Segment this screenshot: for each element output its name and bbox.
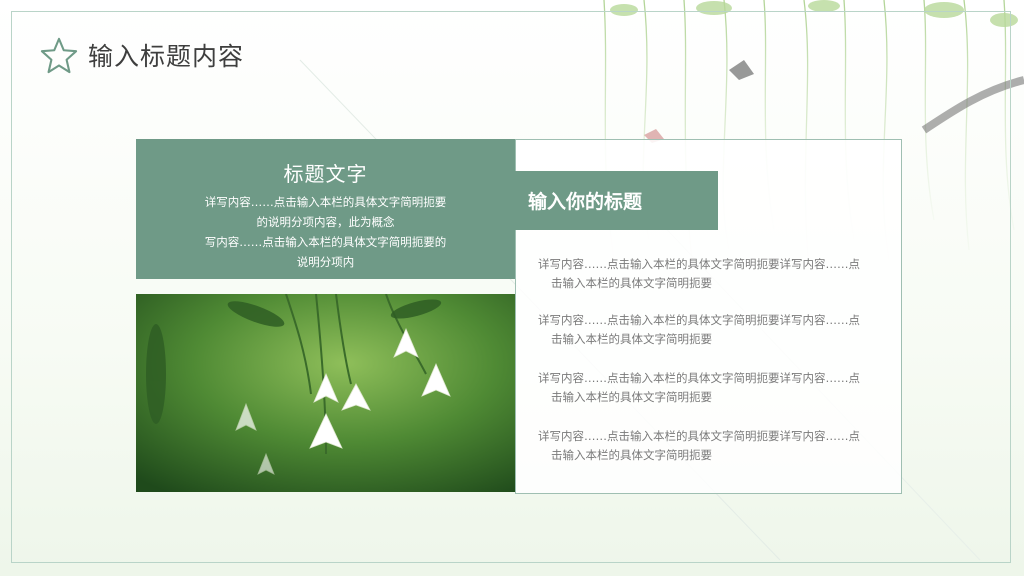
header: 输入标题内容: [40, 36, 244, 74]
paragraph-line: 击输入本栏的具体文字简明扼要: [551, 332, 712, 346]
subtitle-text: 输入你的标题: [528, 191, 643, 213]
page-title[interactable]: 输入标题内容: [88, 37, 244, 73]
left-box-line: 说明分项内: [296, 255, 355, 269]
left-box-text[interactable]: 详写内容……点击输入本栏的具体文字简明扼要 的说明分项内容，此为概念 写内容………: [136, 192, 515, 272]
paragraph-line: 详写内容……点击输入本栏的具体文字简明扼要详写内容……点: [538, 257, 860, 271]
subtitle-bar[interactable]: 输入你的标题: [515, 171, 718, 230]
paragraph-line: 详写内容……点击输入本栏的具体文字简明扼要详写内容……点: [538, 371, 860, 385]
left-box-line: 写内容……点击输入本栏的具体文字简明扼要的: [204, 235, 447, 249]
paragraph-line: 击输入本栏的具体文字简明扼要: [551, 390, 712, 404]
paragraph-3[interactable]: 详写内容……点击输入本栏的具体文字简明扼要详写内容……点 击输入本栏的具体文字简…: [538, 369, 888, 407]
paragraph-4[interactable]: 详写内容……点击输入本栏的具体文字简明扼要详写内容……点 击输入本栏的具体文字简…: [538, 427, 888, 465]
paragraph-2[interactable]: 详写内容……点击输入本栏的具体文字简明扼要详写内容……点 击输入本栏的具体文字简…: [538, 311, 888, 349]
left-box-line: 详写内容……点击输入本栏的具体文字简明扼要: [204, 195, 447, 209]
slide: 输入标题内容 标题文字 详写内容……点击输入本栏的具体文字简明扼要 的说明分项内…: [0, 0, 1024, 576]
left-box-line: 的说明分项内容，此为概念: [256, 215, 395, 229]
left-text-box: 标题文字 详写内容……点击输入本栏的具体文字简明扼要 的说明分项内容，此为概念 …: [136, 139, 515, 279]
paragraph-1[interactable]: 详写内容……点击输入本栏的具体文字简明扼要详写内容……点 击输入本栏的具体文字简…: [538, 255, 888, 293]
paragraph-line: 详写内容……点击输入本栏的具体文字简明扼要详写内容……点: [538, 429, 860, 443]
flower-photo[interactable]: [136, 294, 515, 492]
star-outline-icon: [40, 37, 78, 74]
left-box-title[interactable]: 标题文字: [136, 158, 515, 187]
paragraph-line: 击输入本栏的具体文字简明扼要: [551, 276, 712, 290]
paragraph-line: 击输入本栏的具体文字简明扼要: [551, 448, 712, 462]
paragraph-line: 详写内容……点击输入本栏的具体文字简明扼要详写内容……点: [538, 313, 860, 327]
